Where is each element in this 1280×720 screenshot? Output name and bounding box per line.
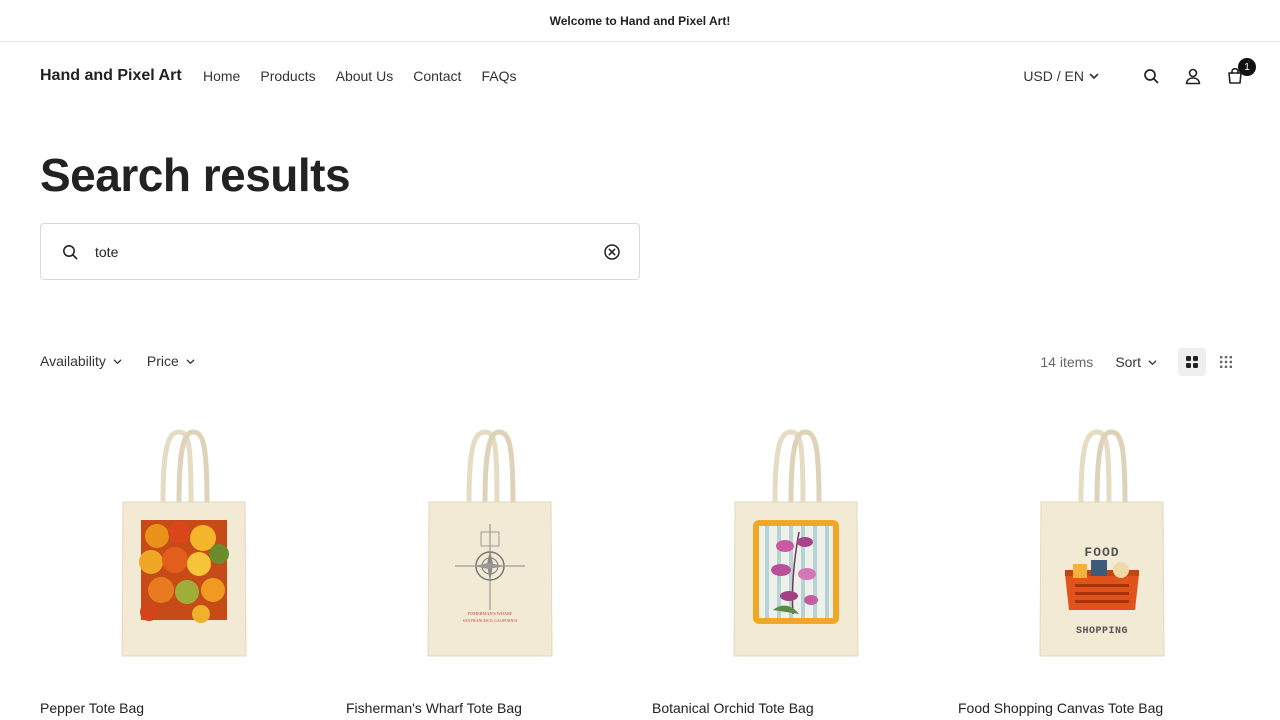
print-text: FOOD [1084, 545, 1119, 560]
chevron-down-icon [113, 358, 122, 364]
product-title[interactable]: Fisherman's Wharf Tote Bag [346, 700, 628, 716]
user-icon [1185, 68, 1201, 85]
availability-filter-label: Availability [40, 353, 106, 369]
site-header: Hand and Pixel Art Home Products About U… [0, 43, 1280, 111]
tote-bag-image: FISHERMAN'S WHARF SAN FRANCISCO, CALIFOR… [427, 429, 553, 657]
product-title[interactable]: Pepper Tote Bag [40, 700, 322, 716]
header-actions: USD / EN 1 [1023, 58, 1256, 87]
grid-small-icon [1220, 356, 1232, 368]
product-card[interactable]: FOOD SHOPPING Food Shopping Canvas Tote … [958, 414, 1240, 716]
nav-home[interactable]: Home [203, 68, 240, 84]
price-filter[interactable]: Price [147, 353, 196, 369]
filter-bar: Availability Price [40, 353, 196, 369]
announcement-bar: Welcome to Hand and Pixel Art! [0, 0, 1280, 42]
nav-faqs[interactable]: FAQs [481, 68, 516, 84]
search-form [40, 223, 640, 280]
product-image[interactable] [40, 414, 322, 674]
nav-products[interactable]: Products [260, 68, 315, 84]
price-filter-label: Price [146, 353, 179, 369]
header-search-button[interactable] [1140, 65, 1162, 87]
search-icon[interactable] [61, 243, 79, 261]
product-image[interactable]: FOOD SHOPPING [958, 414, 1240, 674]
locale-label: USD / EN [1023, 68, 1084, 84]
chevron-down-icon [1089, 73, 1099, 79]
product-title[interactable]: Botanical Orchid Tote Bag [652, 700, 934, 716]
product-image[interactable] [652, 414, 934, 674]
results-toolbar: 14 items Sort [1040, 348, 1240, 376]
product-card[interactable]: FISHERMAN'S WHARF SAN FRANCISCO, CALIFOR… [346, 414, 628, 716]
cart-count-badge: 1 [1238, 58, 1256, 76]
product-card[interactable]: Botanical Orchid Tote Bag [652, 414, 934, 716]
page-title: Search results [40, 149, 351, 201]
tote-bag-image: FOOD SHOPPING [1039, 429, 1165, 657]
cart-button[interactable]: 1 [1224, 58, 1256, 87]
search-icon [1144, 69, 1159, 84]
availability-filter[interactable]: Availability [40, 353, 123, 369]
product-card[interactable]: Pepper Tote Bag [40, 414, 322, 716]
locale-selector[interactable]: USD / EN [1023, 68, 1100, 84]
tote-bag-image [733, 429, 859, 657]
sort-label: Sort [1115, 354, 1141, 370]
sort-dropdown[interactable]: Sort [1115, 354, 1158, 370]
print-text: SHOPPING [1076, 626, 1128, 637]
results-count: 14 items [1040, 354, 1094, 370]
nav-contact[interactable]: Contact [413, 68, 461, 84]
main-nav: Home Products About Us Contact FAQs [203, 68, 516, 84]
chevron-down-icon [1148, 359, 1157, 365]
account-button[interactable] [1182, 65, 1204, 87]
chevron-down-icon [186, 358, 195, 364]
product-grid: Pepper Tote Bag FISHERMAN'S WHARF SAN FR… [40, 414, 1240, 716]
site-logo[interactable]: Hand and Pixel Art [40, 67, 182, 85]
product-title[interactable]: Food Shopping Canvas Tote Bag [958, 700, 1240, 716]
search-input[interactable] [95, 224, 585, 279]
announcement-text: Welcome to Hand and Pixel Art! [549, 13, 731, 28]
nav-about-us[interactable]: About Us [336, 68, 394, 84]
print-text: FISHERMAN'S WHARF [468, 611, 513, 616]
grid-view-small-button[interactable] [1212, 348, 1240, 376]
clear-search-icon[interactable] [603, 243, 621, 261]
grid-view-large-button[interactable] [1178, 348, 1206, 376]
product-image[interactable]: FISHERMAN'S WHARF SAN FRANCISCO, CALIFOR… [346, 414, 628, 674]
tote-bag-image [121, 429, 247, 657]
grid-large-icon [1186, 356, 1198, 368]
